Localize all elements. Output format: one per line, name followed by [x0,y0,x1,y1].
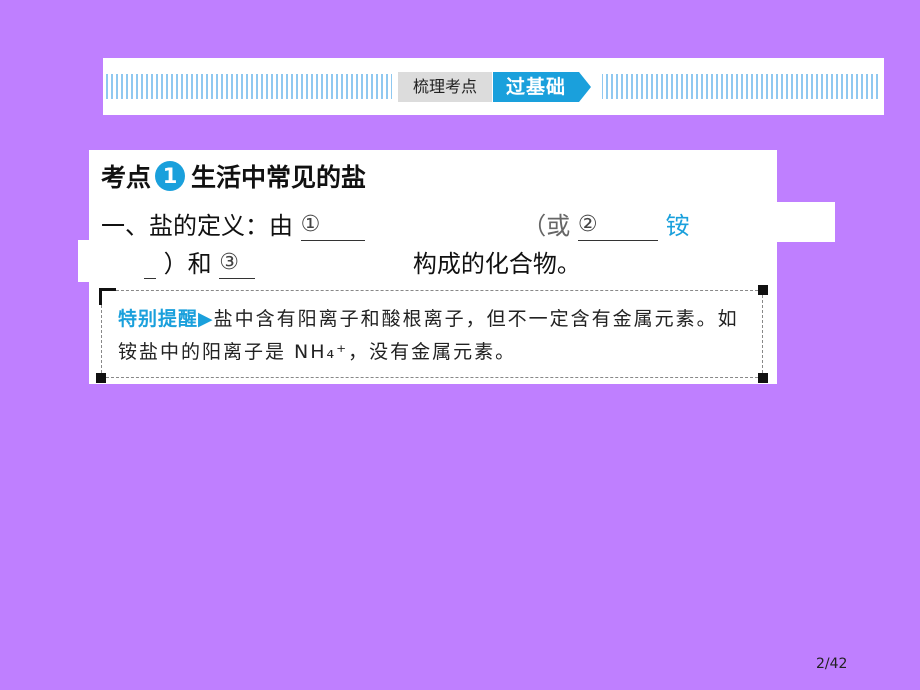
page-number: 2/42 [816,656,848,672]
tip-text: 特别提醒▶盐中含有阳离子和酸根离子，但不一定含有金属元素。如铵盐中的阳离子是 N… [118,303,754,369]
content-card: 考点 1 生活中常见的盐 一、盐的定义：由 ① （或 ② 铵 ）和 ③ 构成的化… [89,150,777,384]
section-number-badge: 1 [155,161,186,191]
banner-label: 梳理考点 过基础 [392,72,602,102]
blank-3-marker: ③ [219,250,240,275]
tip-corner-bracket [99,288,116,305]
blank-2-marker: ② [577,212,598,237]
blank-1[interactable]: ① [300,212,365,241]
banner-arrow-right-icon [579,72,591,102]
open-paren-text: （或 [522,212,571,240]
section-prefix: 考点 [101,163,152,192]
tip-corner-square-bl [96,373,106,383]
section-banner: 梳理考点 过基础 [103,58,884,115]
partial-char: 铵 [665,212,690,240]
blank-2[interactable]: ② [577,212,658,241]
tip-label: 特别提醒 [118,308,199,330]
section-title: 考点 1 生活中常见的盐 [101,158,366,194]
tip-marker-icon: ▶ [198,308,214,330]
close-and-text: ）和 [163,250,212,278]
ending-text: 构成的化合物。 [412,250,581,278]
blank-1-marker: ① [300,212,321,237]
definition-heading: 一、盐的定义：由 [101,212,293,240]
tip-corner-square-tr [758,285,768,295]
blank-2-tail [144,250,156,279]
definition-line-2: ）和 ③ 构成的化合物。 [144,244,581,279]
blank-3[interactable]: ③ [219,250,256,279]
tip-corner-square-br [758,373,768,383]
definition-line-1: 一、盐的定义：由 ① （或 ② 铵 [101,206,690,241]
white-patch-right [777,202,835,242]
blank-1-gap [365,213,515,241]
banner-right-tag: 过基础 [493,72,579,102]
banner-left-tag: 梳理考点 [398,72,492,102]
tip-box: 特别提醒▶盐中含有阳离子和酸根离子，但不一定含有金属元素。如铵盐中的阳离子是 N… [96,285,768,383]
section-title-text: 生活中常见的盐 [191,163,367,192]
white-patch-left [78,240,89,282]
blank-3-gap [255,251,405,279]
